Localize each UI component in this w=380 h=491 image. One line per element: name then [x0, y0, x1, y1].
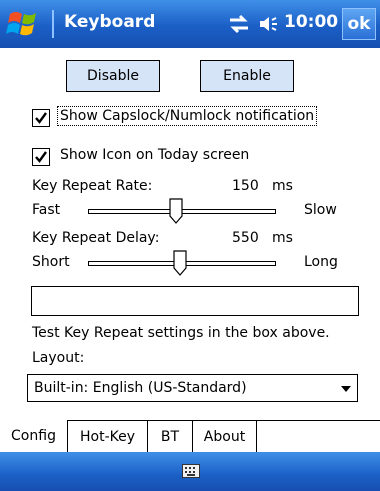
today-icon-label[interactable]: Show Icon on Today screen	[60, 147, 249, 163]
test-key-repeat-input[interactable]	[31, 286, 359, 316]
tab-config[interactable]: Config	[0, 420, 68, 452]
title-bar: Keyboard 10:00 ok	[0, 0, 380, 48]
clock[interactable]: 10:00	[284, 12, 338, 32]
repeat-delay-slider-thumb[interactable]	[173, 250, 187, 276]
repeat-rate-min-label: Fast	[32, 202, 61, 218]
checkmark-icon	[35, 112, 47, 124]
layout-dropdown[interactable]: Built-in: English (US-Standard)	[27, 374, 358, 402]
keyboard-icon[interactable]	[182, 464, 200, 478]
capslock-notification-label[interactable]: Show Capslock/Numlock notification	[56, 106, 318, 126]
title-separator	[52, 10, 54, 38]
repeat-delay-label: Key Repeat Delay:	[32, 230, 160, 246]
ok-button[interactable]: ok	[342, 8, 376, 40]
disable-button[interactable]: Disable	[66, 60, 160, 92]
repeat-delay-max-label: Long	[304, 254, 338, 270]
checkmark-icon	[35, 151, 47, 163]
connectivity-icon[interactable]	[228, 14, 250, 34]
layout-label: Layout:	[32, 350, 85, 366]
repeat-delay-unit: ms	[272, 230, 293, 246]
repeat-rate-unit: ms	[272, 178, 293, 194]
tab-bt[interactable]: BT	[148, 420, 193, 452]
windows-start-icon[interactable]	[4, 6, 48, 42]
repeat-delay-value: 550	[232, 230, 259, 246]
capslock-notification-checkbox[interactable]	[32, 109, 50, 127]
tab-about[interactable]: About	[193, 420, 257, 452]
layout-selected-value: Built-in: English (US-Standard)	[34, 380, 247, 396]
chevron-down-icon	[341, 386, 351, 392]
repeat-rate-max-label: Slow	[304, 202, 337, 218]
repeat-delay-min-label: Short	[32, 254, 70, 270]
test-hint-text: Test Key Repeat settings in the box abov…	[32, 325, 330, 341]
tab-bar: Config Hot-Key BT About	[0, 420, 380, 452]
menu-bar	[0, 452, 380, 491]
today-icon-checkbox[interactable]	[32, 148, 50, 166]
window-title: Keyboard	[64, 12, 156, 32]
repeat-rate-value: 150	[232, 178, 259, 194]
tab-hot-key[interactable]: Hot-Key	[68, 420, 148, 452]
repeat-rate-slider-thumb[interactable]	[169, 198, 183, 224]
enable-button[interactable]: Enable	[200, 60, 294, 92]
repeat-rate-label: Key Repeat Rate:	[32, 178, 153, 194]
speaker-icon[interactable]	[258, 14, 278, 34]
